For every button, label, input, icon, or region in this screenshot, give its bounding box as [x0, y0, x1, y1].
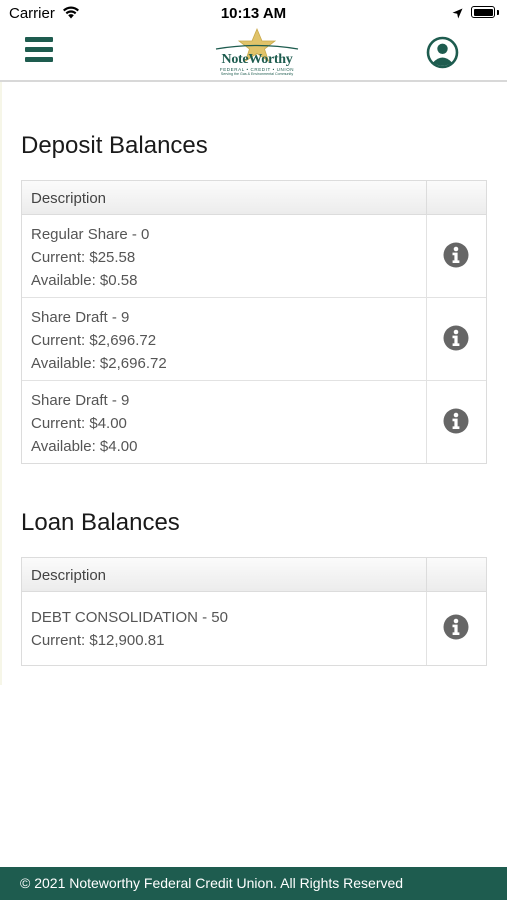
table-row: Share Draft - 9 Current: $2,696.72 Avail… — [22, 298, 486, 381]
logo-name: NoteWorthy — [221, 52, 293, 67]
app-header: NoteWorthy FEDERAL • CREDIT • UNION Serv… — [0, 28, 507, 82]
loan-name: DEBT CONSOLIDATION - 50 — [31, 609, 228, 626]
logo-tagline: Serving the Gas & Environmental Communit… — [220, 72, 294, 76]
content-edge — [0, 82, 2, 685]
table-row: DEBT CONSOLIDATION - 50 Current: $12,900… — [22, 592, 486, 665]
table-row: Share Draft - 9 Current: $4.00 Available… — [22, 381, 486, 463]
current-balance: Current: $2,696.72 — [31, 332, 157, 349]
battery-nub — [497, 10, 499, 15]
description-header: Description — [31, 567, 107, 584]
user-profile-icon[interactable] — [426, 36, 459, 69]
table-header: Description — [22, 558, 486, 592]
current-balance: Current: $4.00 — [31, 415, 127, 432]
noteworthy-logo: NoteWorthy FEDERAL • CREDIT • UNION Serv… — [196, 28, 318, 78]
info-icon[interactable] — [443, 614, 469, 640]
battery-fill — [473, 8, 493, 16]
current-balance: Current: $25.58 — [31, 249, 136, 266]
hamburger-menu-icon[interactable] — [25, 37, 53, 63]
location-arrow-icon — [452, 8, 463, 19]
info-icon[interactable] — [443, 408, 469, 434]
current-balance: Current: $12,900.81 — [31, 632, 165, 649]
footer: © 2021 Noteworthy Federal Credit Union. … — [0, 867, 507, 900]
battery-icon — [471, 6, 495, 18]
loan-balances-title: Loan Balances — [21, 509, 180, 536]
table-header: Description — [22, 181, 486, 215]
deposit-balances-title: Deposit Balances — [21, 132, 208, 159]
info-icon[interactable] — [443, 242, 469, 268]
deposit-balances-table: Description Regular Share - 0 Current: $… — [21, 180, 487, 464]
available-balance: Available: $2,696.72 — [31, 355, 167, 372]
info-icon[interactable] — [443, 325, 469, 351]
account-name: Share Draft - 9 — [31, 392, 130, 409]
available-balance: Available: $0.58 — [31, 272, 138, 289]
copyright-text: © 2021 Noteworthy Federal Credit Union. … — [20, 875, 404, 891]
clock: 10:13 AM — [220, 5, 287, 22]
description-header: Description — [31, 190, 107, 207]
account-name: Share Draft - 9 — [31, 309, 130, 326]
loan-balances-table: Description DEBT CONSOLIDATION - 50 Curr… — [21, 557, 487, 666]
status-bar: Carrier 10:13 AM — [0, 0, 507, 28]
table-row: Regular Share - 0 Current: $25.58 Availa… — [22, 215, 486, 298]
available-balance: Available: $4.00 — [31, 438, 138, 455]
account-name: Regular Share - 0 — [31, 226, 150, 243]
